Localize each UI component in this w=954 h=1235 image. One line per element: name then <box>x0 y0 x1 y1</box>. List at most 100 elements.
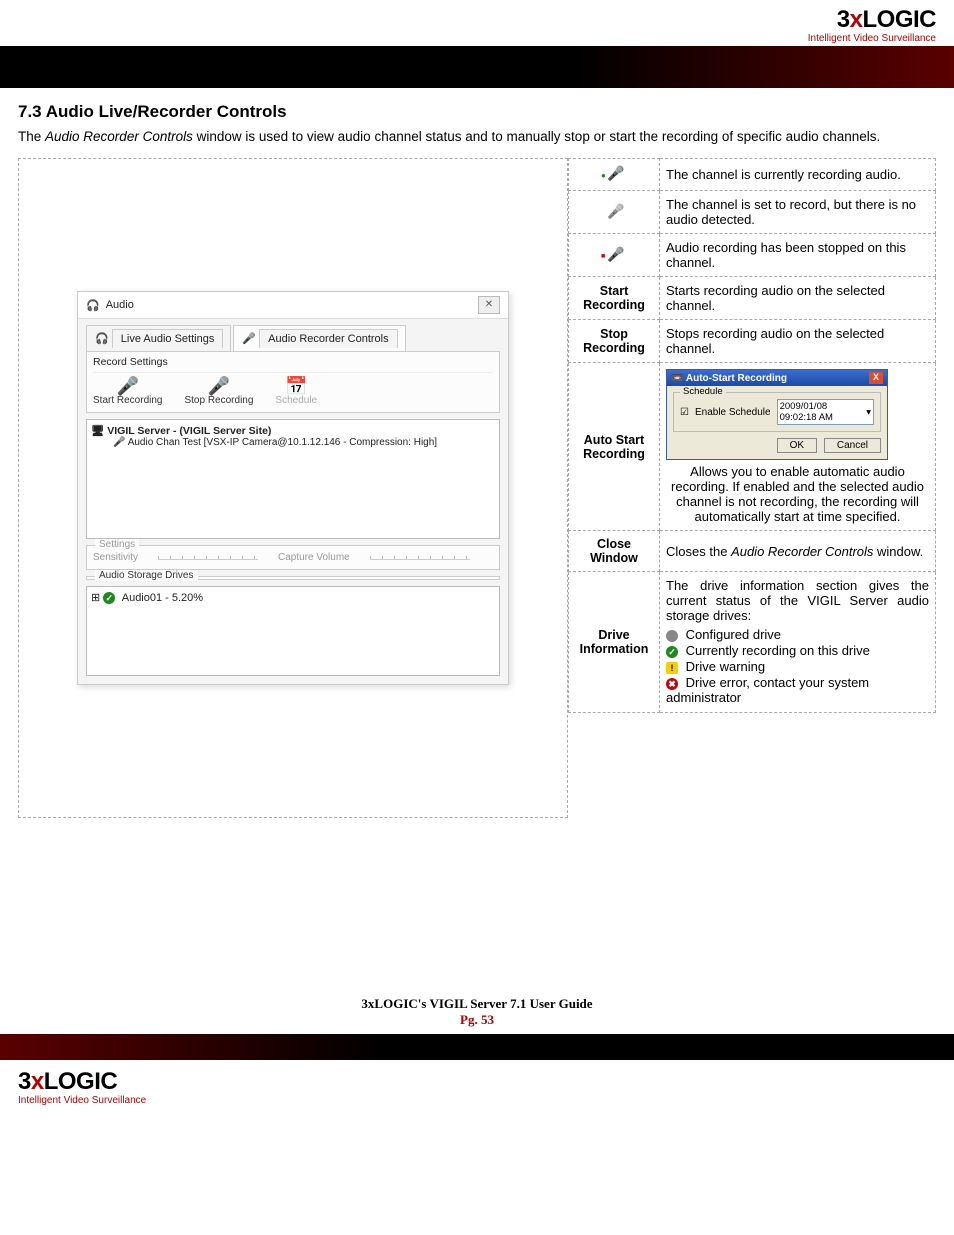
desc-cell: Audio recording has been stopped on this… <box>660 234 936 277</box>
logo-x: x <box>850 6 863 33</box>
footer-logo-suffix: LOGIC <box>44 1068 118 1095</box>
stop-recording-label: Stop Recording <box>184 395 253 406</box>
mini-dialog-title: Auto-Start Recording <box>686 373 787 384</box>
drive-status-list: Configured drive ✓ Currently recording o… <box>666 627 929 705</box>
sensitivity-label: Sensitivity <box>93 552 138 563</box>
desc-cell: Stops recording audio on the selected ch… <box>660 320 936 363</box>
start-recording-button[interactable]: 🎤Start Recording <box>93 377 162 406</box>
dropdown-icon: ▾ <box>866 407 871 418</box>
tab-live-audio[interactable]: 🎧 Live Audio Settings <box>86 325 231 351</box>
channel-tree[interactable]: 🖥 VIGIL Server - (VIGIL Server Site) 🎤 A… <box>86 419 500 539</box>
storage-group-title: Audio Storage Drives <box>95 570 198 581</box>
drive-status-item: ✓ Currently recording on this drive <box>666 643 929 658</box>
footer-brand-tagline: Intelligent Video Surveillance <box>18 1096 936 1106</box>
drive-status-item: ! Drive warning <box>666 659 929 674</box>
tab-recorder-controls[interactable]: 🎤 Audio Recorder Controls <box>233 325 405 351</box>
header-bar <box>0 46 954 88</box>
table-row: The channel is set to record, but there … <box>569 191 936 234</box>
auto-start-dialog: 📼 Auto-Start Recording X Schedule ☑ Enab… <box>666 369 888 460</box>
storage-drives-list[interactable]: ⊞ ✓ Audio01 - 5.20% <box>86 586 500 676</box>
label-cell: Stop Recording <box>569 320 660 363</box>
footer-text: 3xLOGIC's VIGIL Server 7.1 User Guide Pg… <box>0 978 954 1034</box>
drive-status-item: Configured drive <box>666 627 929 642</box>
table-row: The channel is currently recording audio… <box>569 159 936 191</box>
icon-cell <box>569 191 660 234</box>
cancel-button[interactable]: Cancel <box>824 438 881 453</box>
footer-logo-area: 3xLOGIC Intelligent Video Surveillance <box>0 1060 954 1126</box>
mini-close-button[interactable]: X <box>869 372 883 384</box>
intro-window-name: Audio Recorder Controls <box>45 129 193 144</box>
tree-channel-node[interactable]: 🎤 Audio Chan Test [VSX-IP Camera@10.1.12… <box>91 437 495 448</box>
drive-configured-label: Configured drive <box>686 627 781 642</box>
section-heading: 7.3 Audio Live/Recorder Controls <box>18 102 936 122</box>
table-row: Drive Information The drive information … <box>569 572 936 713</box>
audio-window: 🎧 Audio ✕ 🎧 Live Audio Settings 🎤 Audio … <box>77 291 509 685</box>
logo-prefix: 3 <box>837 6 850 33</box>
brand-logo: 3xLOGIC Intelligent Video Surveillance <box>808 8 936 44</box>
calendar-icon: 📅 <box>275 377 317 395</box>
schedule-group: Schedule ☑ Enable Schedule 2009/01/08 09… <box>673 392 881 432</box>
schedule-datetime-value: 2009/01/08 09:02:18 AM <box>780 401 867 423</box>
icon-cell <box>569 234 660 277</box>
table-row: Audio recording has been stopped on this… <box>569 234 936 277</box>
intro-suffix: window is used to view audio channel sta… <box>193 129 880 144</box>
footer-logo-prefix: 3 <box>18 1068 31 1095</box>
desc-cell: 📼 Auto-Start Recording X Schedule ☑ Enab… <box>660 363 936 531</box>
desc-cell: Starts recording audio on the selected c… <box>660 277 936 320</box>
headphones-icon: 🎧 <box>86 299 100 312</box>
enable-schedule-checkbox[interactable]: ☑ <box>680 407 689 418</box>
close-desc-prefix: Closes the <box>666 544 731 559</box>
table-row: Start Recording Starts recording audio o… <box>569 277 936 320</box>
tree-server-node[interactable]: 🖥 VIGIL Server - (VIGIL Server Site) <box>91 424 495 437</box>
label-cell: Start Recording <box>569 277 660 320</box>
capture-volume-slider[interactable] <box>370 556 470 560</box>
storage-item[interactable]: ⊞ ✓ Audio01 - 5.20% <box>91 591 495 604</box>
record-settings-panel: Record Settings 🎤Start Recording 🎤Stop R… <box>86 351 500 413</box>
close-button[interactable]: ✕ <box>478 296 500 314</box>
mic-recording-icon <box>607 165 621 181</box>
drive-recording-icon: ✓ <box>666 646 678 658</box>
table-row: Auto Start Recording 📼 Auto-Start Record… <box>569 363 936 531</box>
footer-guide-title: 3xLOGIC's VIGIL Server 7.1 User Guide <box>0 996 954 1012</box>
mic-start-icon: 🎤 <box>93 377 162 395</box>
tab-recorder-label: Audio Recorder Controls <box>259 329 397 348</box>
description-table: The channel is currently recording audio… <box>568 158 936 713</box>
desc-cell: The channel is currently recording audio… <box>660 159 936 191</box>
tree-channel-label: Audio Chan Test [VSX-IP Camera@10.1.12.1… <box>128 437 437 448</box>
settings-group: Settings Sensitivity Capture Volume <box>86 545 500 570</box>
drive-recording-label: Currently recording on this drive <box>686 643 870 658</box>
tab-live-label: Live Audio Settings <box>112 329 224 348</box>
storage-group: Audio Storage Drives <box>86 576 500 580</box>
table-row: Stop Recording Stops recording audio on … <box>569 320 936 363</box>
audio-window-figure: 🎧 Audio ✕ 🎧 Live Audio Settings 🎤 Audio … <box>18 158 568 818</box>
label-cell: Close Window <box>569 531 660 572</box>
brand-tagline: Intelligent Video Surveillance <box>808 34 936 44</box>
label-cell: Drive Information <box>569 572 660 713</box>
mini-dialog-titlebar: 📼 Auto-Start Recording X <box>667 370 887 386</box>
schedule-button[interactable]: 📅Schedule <box>275 377 317 406</box>
mic-idle-icon <box>607 203 621 219</box>
footer-logo-x: x <box>31 1068 44 1095</box>
schedule-datetime-field[interactable]: 2009/01/08 09:02:18 AM ▾ <box>777 399 874 425</box>
drive-error-icon: ✖ <box>666 678 678 690</box>
tree-server-label: VIGIL Server - (VIGIL Server Site) <box>107 425 271 437</box>
desc-cell: The channel is set to record, but there … <box>660 191 936 234</box>
desc-cell: The drive information section gives the … <box>660 572 936 713</box>
settings-group-title: Settings <box>95 539 139 550</box>
audio-tabs: 🎧 Live Audio Settings 🎤 Audio Recorder C… <box>78 319 508 351</box>
sensitivity-slider[interactable] <box>158 556 258 560</box>
schedule-label: Schedule <box>275 395 317 406</box>
footer-page-number: Pg. 53 <box>0 1012 954 1028</box>
mic-stopped-icon <box>607 246 621 262</box>
drive-error-label: Drive error, contact your system adminis… <box>666 675 869 705</box>
ok-button[interactable]: OK <box>777 438 817 453</box>
drive-intro: The drive information section gives the … <box>666 578 929 623</box>
drive-warning-label: Drive warning <box>686 659 765 674</box>
mic-stop-icon: 🎤 <box>184 377 253 395</box>
drive-status-icon: ✓ <box>103 592 115 604</box>
stop-recording-button[interactable]: 🎤Stop Recording <box>184 377 253 406</box>
close-desc-suffix: window. <box>873 544 923 559</box>
table-row: Close Window Closes the Audio Recorder C… <box>569 531 936 572</box>
drive-configured-icon <box>666 630 678 642</box>
close-desc-em: Audio Recorder Controls <box>731 544 873 559</box>
